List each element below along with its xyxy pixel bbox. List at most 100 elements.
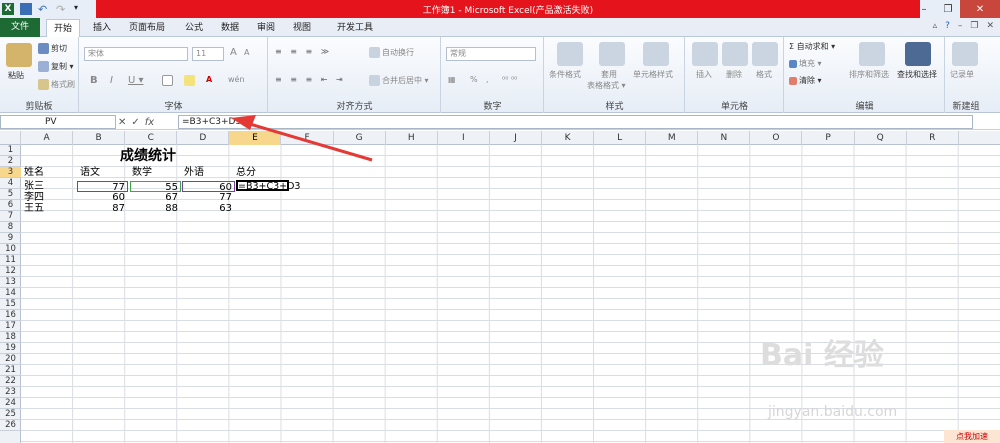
font-color-button[interactable]: A xyxy=(206,75,212,84)
cell-chinese-r3[interactable]: 87 xyxy=(77,203,128,214)
sheet-title[interactable]: 成绩统计 xyxy=(120,148,176,164)
cell-english-r2[interactable]: 77 xyxy=(182,192,235,203)
sort-filter-button[interactable]: 排序和筛选 xyxy=(849,69,889,80)
find-select-button[interactable]: 查找和选择 xyxy=(897,69,937,80)
italic-button[interactable]: I xyxy=(110,75,113,86)
row-header-4[interactable]: 4 xyxy=(0,178,21,189)
tab-home[interactable]: 开始 xyxy=(46,19,81,37)
tab-review[interactable]: 审阅 xyxy=(250,19,282,37)
format-painter-button[interactable]: 格式刷 xyxy=(38,79,75,90)
tab-developer[interactable]: 开发工具 xyxy=(330,19,380,37)
wrap-text-button[interactable]: 自动换行 xyxy=(369,47,414,58)
horizontal-align-buttons[interactable]: ≡ ≡ ≡ ⇤ ⇥ xyxy=(275,75,346,84)
header-name[interactable]: 姓名 xyxy=(24,167,44,178)
percent-button[interactable]: % xyxy=(470,75,478,84)
insert-icon[interactable] xyxy=(692,42,718,66)
tab-view[interactable]: 视图 xyxy=(286,19,318,37)
column-header-q[interactable]: Q xyxy=(855,131,907,145)
grow-font-button[interactable]: A xyxy=(230,47,237,58)
font-name-select[interactable]: 宋体 xyxy=(84,47,188,61)
format-icon[interactable] xyxy=(752,42,778,66)
table-format-button[interactable]: 套用 xyxy=(601,69,617,80)
row-header-9[interactable]: 9 xyxy=(0,233,21,244)
cell-chinese-r2[interactable]: 60 xyxy=(77,192,128,203)
format-button[interactable]: 格式 xyxy=(756,69,772,80)
column-header-r[interactable]: R xyxy=(907,131,959,145)
row-header-21[interactable]: 21 xyxy=(0,365,21,376)
formula-input[interactable]: =B3+C3+D3 xyxy=(178,115,973,129)
cell-style-button[interactable]: 单元格样式 xyxy=(633,69,673,80)
conditional-format-icon[interactable] xyxy=(557,42,583,66)
sort-filter-icon[interactable] xyxy=(859,42,885,66)
name-box[interactable]: PV xyxy=(0,115,116,129)
row-header-2[interactable]: 2 xyxy=(0,156,21,167)
fill-color-button[interactable] xyxy=(184,75,197,86)
column-header-h[interactable]: H xyxy=(386,131,438,145)
column-header-k[interactable]: K xyxy=(542,131,595,145)
row-header-10[interactable]: 10 xyxy=(0,244,21,255)
border-button[interactable] xyxy=(162,75,175,86)
binoculars-icon[interactable] xyxy=(905,42,931,66)
select-all-corner[interactable] xyxy=(0,131,21,145)
redo-icon[interactable]: ↷ xyxy=(56,3,68,16)
currency-icon[interactable]: ▦ xyxy=(448,75,456,84)
row-header-1[interactable]: 1 xyxy=(0,145,21,156)
delete-button[interactable]: 删除 xyxy=(726,69,742,80)
row-header-20[interactable]: 20 xyxy=(0,354,21,365)
column-header-j[interactable]: J xyxy=(490,131,542,145)
row-header-13[interactable]: 13 xyxy=(0,277,21,288)
fill-button[interactable]: 填充 ▾ xyxy=(789,58,822,69)
minimize-icon[interactable]: – xyxy=(912,0,936,18)
paste-icon[interactable] xyxy=(6,43,32,67)
customize-qat-icon[interactable]: ▾ xyxy=(74,3,86,15)
row-header-8[interactable]: 8 xyxy=(0,222,21,233)
close-icon[interactable]: ✕ xyxy=(960,0,1000,18)
cell-name-r3[interactable]: 王五 xyxy=(24,203,44,214)
ribbon-collapse-icon[interactable]: ▵ xyxy=(933,21,938,31)
cell-name-r2[interactable]: 李四 xyxy=(24,192,44,203)
header-chinese[interactable]: 语文 xyxy=(80,167,100,178)
paste-button[interactable]: 粘贴 xyxy=(8,70,24,81)
column-header-g[interactable]: G xyxy=(334,131,386,145)
tab-file[interactable]: 文件 xyxy=(0,18,40,37)
column-header-b[interactable]: B xyxy=(73,131,126,145)
row-header-24[interactable]: 24 xyxy=(0,398,21,409)
column-header-l[interactable]: L xyxy=(594,131,647,145)
header-english[interactable]: 外语 xyxy=(184,167,204,178)
shrink-font-button[interactable]: A xyxy=(244,48,249,57)
help-icon[interactable]: ? xyxy=(945,21,950,31)
doc-restore-icon[interactable]: ❐ xyxy=(970,21,978,31)
row-header-22[interactable]: 22 xyxy=(0,376,21,387)
header-math[interactable]: 数学 xyxy=(132,167,152,178)
table-format-icon[interactable] xyxy=(599,42,625,66)
column-header-n[interactable]: N xyxy=(698,131,751,145)
cell-chinese-r1[interactable]: 77 xyxy=(77,181,128,193)
column-header-p[interactable]: P xyxy=(803,131,855,145)
column-header-f[interactable]: F xyxy=(282,131,334,145)
column-header-d[interactable]: D xyxy=(177,131,230,145)
undo-icon[interactable]: ↶ xyxy=(38,3,50,16)
phonetic-button[interactable]: wén xyxy=(228,75,245,84)
vertical-align-buttons[interactable]: ≡ ≡ ≡ ≫ xyxy=(275,47,332,56)
delete-icon[interactable] xyxy=(722,42,748,66)
comma-button[interactable]: , xyxy=(486,75,489,84)
cell-math-r3[interactable]: 88 xyxy=(130,203,181,214)
column-header-m[interactable]: M xyxy=(646,131,699,145)
cut-button[interactable]: 剪切 xyxy=(38,43,67,54)
row-header-15[interactable]: 15 xyxy=(0,299,21,310)
form-button[interactable]: 记录单 xyxy=(950,69,974,80)
speed-badge[interactable]: 点我加速 xyxy=(944,430,1000,443)
tab-formulas[interactable]: 公式 xyxy=(178,19,210,37)
column-header-c[interactable]: C xyxy=(125,131,178,145)
cell-english-r1[interactable]: 60 xyxy=(182,181,235,193)
row-header-25[interactable]: 25 xyxy=(0,409,21,420)
row-header-23[interactable]: 23 xyxy=(0,387,21,398)
autosum-button[interactable]: Σ 自动求和 ▾ xyxy=(789,41,835,52)
tab-page-layout[interactable]: 页面布局 xyxy=(122,19,172,37)
bold-button[interactable]: B xyxy=(90,75,98,86)
font-size-select[interactable]: 11 xyxy=(192,47,224,61)
row-header-19[interactable]: 19 xyxy=(0,343,21,354)
restore-icon[interactable]: ❐ xyxy=(936,0,960,18)
enter-icon[interactable]: ✓ xyxy=(131,117,139,128)
cell-math-r2[interactable]: 67 xyxy=(130,192,181,203)
